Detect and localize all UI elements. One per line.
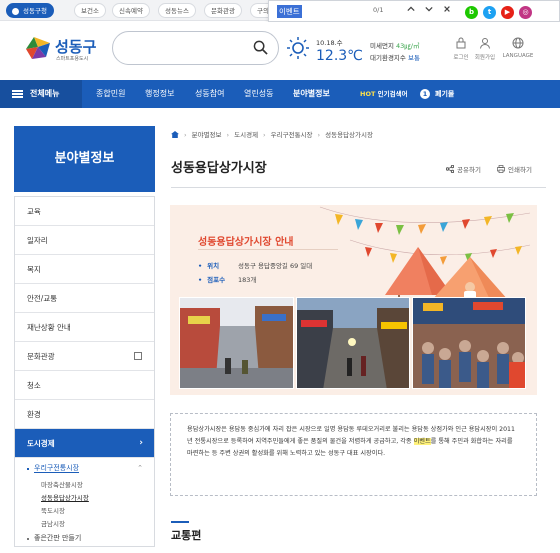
sidebar-item-welfare[interactable]: 복지	[15, 255, 154, 284]
sidebar-sub-markets[interactable]: 우리구전통시장 ⌃	[15, 458, 154, 479]
weather-temp: 12.3℃	[316, 48, 363, 64]
tab-culture-tourism[interactable]: 문화관광	[204, 3, 242, 18]
banner-title: 성동용답상가시장 안내	[198, 237, 294, 248]
sidebar-item-cleaning[interactable]: 청소	[15, 371, 154, 400]
sun-icon	[287, 37, 309, 59]
logo-subtitle: 스마트포용도시	[56, 56, 89, 62]
instagram-icon[interactable]: ◎	[519, 6, 532, 19]
person-icon	[480, 38, 490, 49]
nav-admin-info[interactable]: 행정정보	[145, 80, 174, 108]
tab-quick-reservation[interactable]: 신속예약	[112, 3, 150, 18]
fine-dust: 미세먼지 43㎍/㎥	[370, 42, 420, 50]
breadcrumb-item[interactable]: 성동용답상가시장	[325, 131, 373, 139]
hot-keyword-item[interactable]: 1 폐기물	[420, 80, 454, 108]
logo-icon[interactable]	[24, 35, 52, 61]
chevron-up-icon: ⌃	[137, 464, 143, 472]
twitter-icon[interactable]: t	[483, 6, 496, 19]
all-menu-button[interactable]: 전체메뉴	[0, 80, 82, 108]
section-title-transport: 교통편	[171, 529, 202, 542]
sidebar-item-disaster[interactable]: 재난상황 안내	[15, 313, 154, 342]
search-icon[interactable]	[253, 40, 268, 55]
chevron-up-icon[interactable]	[403, 3, 419, 19]
chevron-right-icon: ›	[139, 438, 143, 448]
hot-keywords: HOT 인기검색어	[360, 90, 408, 98]
sidebar-subsub-yongdap[interactable]: 성동용답상가시장	[15, 492, 154, 505]
sidebar-item-environment[interactable]: 환경	[15, 400, 154, 429]
find-input[interactable]: 이벤트	[277, 5, 302, 18]
sidebar-sub-signboard[interactable]: 좋은간판 만들기	[15, 531, 154, 546]
find-bar: 이벤트 0/1 b t ▶ ◎	[268, 0, 560, 22]
sidebar-item-jobs[interactable]: 일자리	[15, 226, 154, 255]
share-button[interactable]: 공유하기	[446, 164, 481, 174]
sidebar-subsub-geumnam[interactable]: 금남시장	[15, 518, 154, 531]
globe-icon	[512, 37, 524, 49]
home-icon	[12, 8, 19, 15]
section-accent	[171, 521, 189, 523]
air-index: 대기환경지수 보통	[370, 54, 420, 62]
main-nav: 전체메뉴 종합민원 행정정보 성동참여 열린성동 분야별정보 HOT 인기검색어…	[0, 80, 560, 108]
market-photo	[179, 297, 294, 389]
sidebar-subsub-ttukdo[interactable]: 뚝도시장	[15, 505, 154, 518]
language-link[interactable]: LANGUAGE	[500, 37, 536, 59]
find-highlight: 이벤트	[413, 438, 431, 445]
tab-news[interactable]: 성동뉴스	[158, 3, 196, 18]
market-banner: 성동용답상가시장 안내 위치성동구 용답중앙길 69 일대 점포수183개	[170, 205, 537, 395]
tab-seongdong-gu[interactable]: 성동구청	[6, 3, 54, 18]
print-button[interactable]: 인쇄하기	[497, 164, 532, 174]
close-icon[interactable]	[439, 3, 455, 19]
market-photo	[412, 297, 526, 389]
logo-text[interactable]: 성동구	[55, 36, 96, 57]
nav-participation[interactable]: 성동참여	[195, 80, 224, 108]
sidebar-title: 분야별정보	[14, 126, 155, 192]
info-location: 위치성동구 용답중앙길 69 일대	[198, 260, 312, 270]
sidebar-item-urban-economy[interactable]: 도시경제 ›	[15, 429, 154, 458]
sidebar-subsub-majang[interactable]: 마장축산물시장	[15, 479, 154, 492]
blog-icon[interactable]: b	[465, 6, 478, 19]
home-icon[interactable]	[171, 131, 179, 138]
market-photo	[296, 297, 410, 389]
market-description: 용답상가시장은 용답동 중심가에 자리 잡은 시장으로 일명 용답동 루데오거리…	[170, 413, 537, 496]
tab-health-center[interactable]: 보건소	[74, 3, 106, 18]
nav-field-info[interactable]: 분야별정보	[293, 80, 330, 108]
find-count: 0/1	[373, 6, 384, 14]
breadcrumb-item[interactable]: 우리구전통시장	[271, 131, 313, 139]
nav-civil-service[interactable]: 종합민원	[96, 80, 125, 108]
sidebar-item-culture[interactable]: 문화관광	[15, 342, 154, 371]
breadcrumb: › 분야별정보 › 도시경제 › 우리구전통시장 › 성동용답상가시장	[171, 129, 373, 139]
breadcrumb-item[interactable]: 도시경제	[234, 131, 258, 139]
weather-date: 10.18.수	[316, 39, 343, 47]
share-icon	[446, 165, 454, 173]
info-store-count: 점포수183개	[198, 274, 256, 284]
signup-link[interactable]: 회원가입	[467, 37, 503, 61]
nav-open-seongdong[interactable]: 열린성동	[244, 80, 273, 108]
sidebar-menu: 교육 일자리 복지 안전/교통 재난상황 안내 문화관광 청소 환경 도시경제 ›…	[14, 196, 155, 547]
sidebar-item-safety[interactable]: 안전/교통	[15, 284, 154, 313]
page-title: 성동용답상가시장	[171, 161, 267, 176]
lock-icon	[456, 37, 466, 49]
sidebar-item-education[interactable]: 교육	[15, 197, 154, 226]
chevron-down-icon[interactable]	[421, 3, 437, 19]
youtube-icon[interactable]: ▶	[501, 6, 514, 19]
breadcrumb-item[interactable]: 분야별정보	[192, 131, 222, 139]
site-header: 성동구 스마트포용도시 10.18.수 12.3℃ 미세먼지 43㎍/㎥ 대기환…	[0, 22, 560, 78]
search-input[interactable]	[112, 31, 279, 65]
title-divider	[171, 187, 546, 188]
hamburger-icon	[12, 90, 23, 98]
print-icon	[497, 165, 505, 173]
